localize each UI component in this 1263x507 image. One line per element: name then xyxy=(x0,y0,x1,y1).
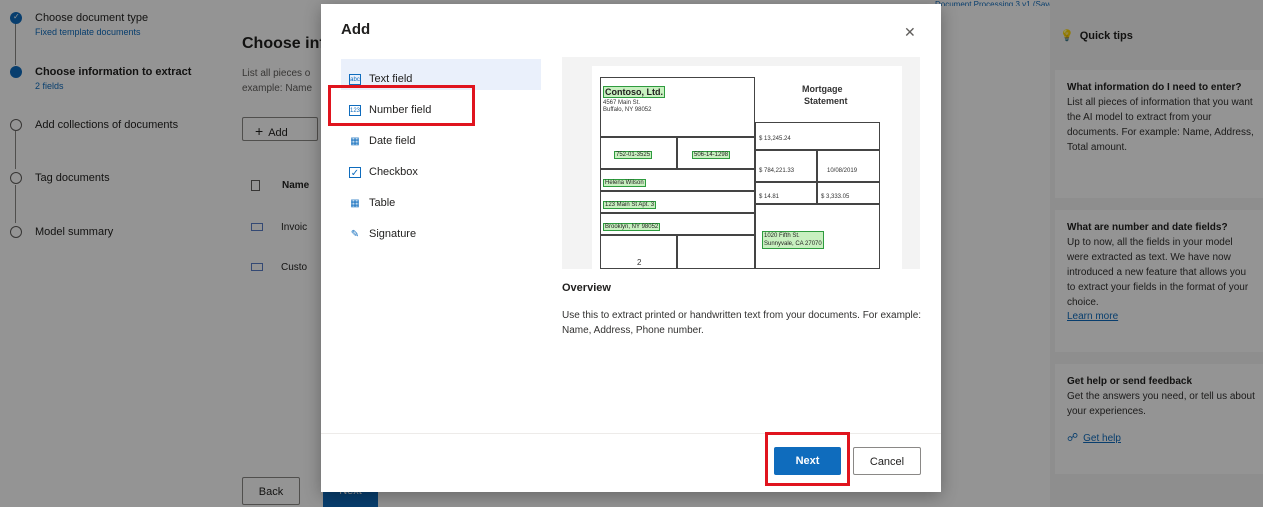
field-preview-image: Contoso, Ltd. 4567 Main St. Buffalo, NY … xyxy=(562,57,920,269)
overview-title: Overview xyxy=(562,282,611,294)
menu-label: Table xyxy=(369,197,396,209)
doc-company: Contoso, Ltd. xyxy=(603,86,665,98)
cancel-button[interactable]: Cancel xyxy=(853,447,921,475)
doc-address-b2: Sunnyvale, CA 27070 xyxy=(764,241,822,247)
doc-cell xyxy=(755,182,817,204)
doc-amount4: $ 3,333.05 xyxy=(821,194,850,200)
menu-item-table[interactable]: ▦ Table xyxy=(341,183,541,214)
doc-city: Brooklyn, NY 98052 xyxy=(603,223,661,231)
signature-icon: ✎ xyxy=(350,228,360,240)
doc-amount3: $ 14.81 xyxy=(759,194,780,200)
doc-street: 123 Main St Apt. 3 xyxy=(603,201,657,209)
doc-cell xyxy=(817,182,880,204)
table-icon: ▦ xyxy=(350,197,360,209)
doc-heading1: Mortgage xyxy=(802,84,843,94)
doc-phone1: 752-01-3525 xyxy=(614,151,653,159)
doc-heading2: Statement xyxy=(804,96,848,106)
doc-address1: 4567 Main St. xyxy=(603,100,641,106)
doc-address-b1: 1020 Fifth St. xyxy=(764,233,800,239)
doc-amount1: $ 13,245.24 xyxy=(759,136,791,142)
date-field-icon: ▦ xyxy=(350,135,360,147)
next-button-highlight xyxy=(765,432,850,486)
doc-amount2: $ 784,221.33 xyxy=(759,168,795,174)
doc-phone2: 506-14-1298 xyxy=(692,151,731,159)
close-icon[interactable]: ✕ xyxy=(904,24,916,41)
add-field-dialog: Add ✕ abc Text field 123 Number field ▦ Dat… xyxy=(321,4,941,492)
menu-item-checkbox[interactable]: ✓ Checkbox xyxy=(341,152,541,183)
doc-cell xyxy=(817,150,880,182)
menu-label: Text field xyxy=(369,73,413,85)
doc-date1: 10/08/2019 xyxy=(827,168,858,174)
overview-description: Use this to extract printed or handwritt… xyxy=(562,310,922,336)
text-field-icon: abc xyxy=(349,73,361,85)
menu-label: Date field xyxy=(369,135,416,147)
doc-name: Helena Wilson xyxy=(603,179,646,187)
doc-digit: 2 xyxy=(637,258,642,267)
doc-cell xyxy=(755,150,817,182)
mortgage-statement-preview: Contoso, Ltd. 4567 Main St. Buffalo, NY … xyxy=(592,66,902,269)
menu-item-signature[interactable]: ✎ Signature xyxy=(341,214,541,245)
menu-label: Signature xyxy=(369,228,417,240)
doc-address-b: 1020 Fifth St. Sunnyvale, CA 27070 xyxy=(762,231,824,249)
menu-label: Checkbox xyxy=(369,166,418,178)
doc-cell xyxy=(677,235,755,269)
checkbox-icon: ✓ xyxy=(349,166,361,179)
number-field-highlight xyxy=(328,85,475,126)
doc-address2: Buffalo, NY 98052 xyxy=(603,107,652,113)
dialog-title: Add xyxy=(341,21,371,38)
